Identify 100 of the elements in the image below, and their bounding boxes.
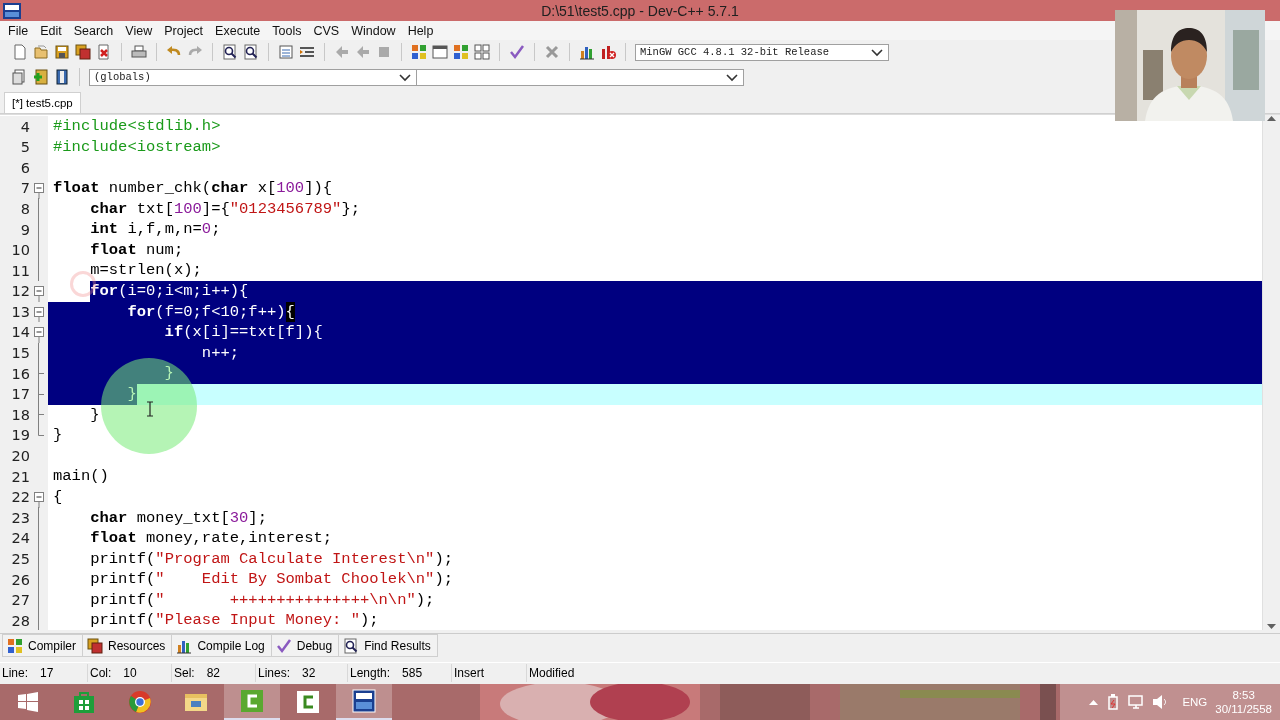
close-icon[interactable]: [544, 44, 560, 61]
power-icon[interactable]: [1106, 694, 1121, 710]
code-line: }: [89, 404, 100, 426]
line-number: 19: [10, 427, 30, 444]
line-number: 5: [19, 139, 30, 156]
menu-item[interactable]: Window: [345, 22, 402, 39]
replace-icon[interactable]: [243, 44, 259, 61]
status-value: 10: [123, 666, 137, 681]
speaker-icon[interactable]: [1152, 694, 1169, 710]
code-line: printf("Program Calculate Interest\n");: [89, 548, 453, 570]
window-icon[interactable]: [432, 44, 448, 61]
file-tab[interactable]: [*] test5.cpp: [4, 92, 81, 114]
check-icon[interactable]: [509, 44, 525, 61]
save-icon[interactable]: [54, 44, 70, 61]
menu-item[interactable]: Execute: [209, 22, 267, 39]
open-file-icon[interactable]: [33, 44, 49, 61]
app-button[interactable]: [224, 684, 280, 720]
collapse-icon[interactable]: [34, 183, 44, 199]
text-cursor-icon: [146, 401, 154, 418]
status-value: 17: [40, 666, 54, 681]
fold-end-line: [38, 425, 44, 437]
menu-item[interactable]: Help: [401, 22, 440, 39]
code-line: int i,f,m,n=0;: [89, 219, 221, 240]
grid-icon[interactable]: [474, 44, 490, 61]
add-file-icon[interactable]: [33, 69, 49, 86]
code-line: m=strlen(x);: [89, 260, 202, 281]
grid-icon[interactable]: [411, 44, 427, 61]
grid-icon[interactable]: [453, 44, 469, 61]
code-line: char txt[100]={"0123456789"};: [89, 198, 360, 220]
windows-icon: [18, 692, 38, 712]
function-dropdown[interactable]: [416, 68, 744, 86]
panel-tab[interactable]: Resources: [82, 634, 173, 658]
line-number: 22: [10, 489, 30, 506]
app-icon: [240, 689, 264, 713]
menu-item[interactable]: Tools: [266, 22, 308, 39]
line-number: 15: [10, 345, 30, 362]
collapse-icon[interactable]: [34, 491, 44, 508]
collapse-icon[interactable]: [34, 286, 44, 302]
status-value: 32: [302, 666, 316, 681]
menu-item[interactable]: View: [119, 22, 159, 39]
panel-tab[interactable]: Compile Log: [171, 634, 272, 658]
code-line: {: [53, 486, 63, 508]
line-number: 11: [10, 262, 30, 279]
line-number: 6: [19, 159, 30, 176]
line-number: 8: [19, 200, 30, 217]
new-file-icon[interactable]: [12, 44, 28, 61]
line-number: 17: [10, 386, 30, 403]
line-number: 4: [19, 118, 30, 135]
code-line: float number_chk(char x[100]){: [53, 178, 333, 199]
status-label: Sel:: [174, 666, 195, 681]
list-icon[interactable]: [278, 44, 294, 61]
status-label: Lines:: [258, 666, 291, 681]
print-icon[interactable]: [131, 44, 147, 61]
close-file-icon[interactable]: [96, 44, 112, 61]
app-icon: [296, 690, 320, 714]
line-number: 27: [10, 592, 30, 609]
code-line: printf(" +++++++++++++++\n\n");: [89, 589, 435, 611]
collapse-icon[interactable]: [34, 327, 44, 344]
line-number: 21: [10, 468, 30, 485]
menu-item[interactable]: CVS: [307, 22, 346, 39]
save-all-icon[interactable]: [75, 44, 91, 61]
line-number: 9: [19, 221, 30, 238]
collapse-icon[interactable]: [34, 306, 44, 323]
panel-tab[interactable]: Compiler: [2, 634, 83, 658]
tray-arrow-icon[interactable]: [1089, 699, 1099, 705]
status-value: 585: [402, 666, 423, 681]
chart-icon[interactable]: [579, 44, 595, 61]
code-line: #include<iostream>: [53, 136, 221, 158]
status-label: Line:: [2, 666, 29, 681]
network-icon[interactable]: [1128, 694, 1145, 710]
book-icon[interactable]: [54, 69, 70, 86]
ide-button[interactable]: [336, 684, 392, 720]
chart-icon[interactable]: [600, 44, 616, 61]
line-number: 23: [10, 509, 30, 526]
ide-icon: [352, 689, 376, 713]
code-line: }: [53, 425, 63, 446]
line-number: 18: [10, 406, 30, 423]
scroll-down-icon[interactable]: [1267, 624, 1276, 631]
code-line: float num;: [89, 239, 184, 261]
compiler-dropdown[interactable]: MinGW GCC 4.8.1 32-bit Release: [635, 43, 889, 61]
code-line: if(x[i]==txt[f]){: [163, 322, 323, 343]
code-line: for(f=0;f<10;f++){: [126, 301, 295, 323]
menu-item[interactable]: Edit: [34, 22, 68, 39]
line-number: 25: [10, 551, 30, 567]
menu-item[interactable]: Project: [158, 22, 210, 39]
panel-tab[interactable]: Find Results: [338, 634, 438, 658]
project-icon[interactable]: [12, 69, 28, 86]
code-line: float money,rate,interest;: [89, 528, 333, 549]
code-line: printf(" Edit By Sombat Choolek\n");: [89, 569, 453, 590]
search-icon[interactable]: [222, 44, 238, 61]
status-modified: Modified: [529, 666, 575, 681]
scope-dropdown[interactable]: (globals): [89, 68, 417, 86]
status-value: 82: [206, 666, 221, 681]
menu-item[interactable]: Search: [67, 22, 120, 39]
scrollbar[interactable]: [1262, 115, 1280, 631]
panel-tab[interactable]: Debug: [270, 634, 340, 658]
line-number: 7: [19, 180, 30, 197]
line-number: 16: [10, 365, 30, 382]
menu-item[interactable]: File: [2, 22, 35, 39]
check-icon: [275, 637, 292, 654]
